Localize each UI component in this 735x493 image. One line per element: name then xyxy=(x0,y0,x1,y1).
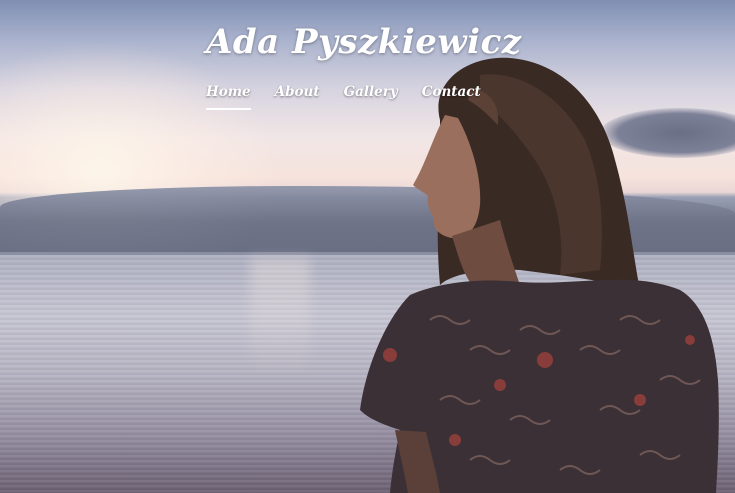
site-header: Ada Pyszkiewicz Home About Gallery Conta… xyxy=(206,22,536,110)
nav-about-link[interactable]: About xyxy=(275,84,320,110)
nav-contact-link[interactable]: Contact xyxy=(422,84,481,110)
hero-background: Ada Pyszkiewicz Home About Gallery Conta… xyxy=(0,0,735,493)
nav-gallery-link[interactable]: Gallery xyxy=(344,84,398,110)
site-title[interactable]: Ada Pyszkiewicz xyxy=(206,22,536,62)
main-nav: Home About Gallery Contact xyxy=(206,84,536,110)
nav-home-link[interactable]: Home xyxy=(206,84,251,110)
